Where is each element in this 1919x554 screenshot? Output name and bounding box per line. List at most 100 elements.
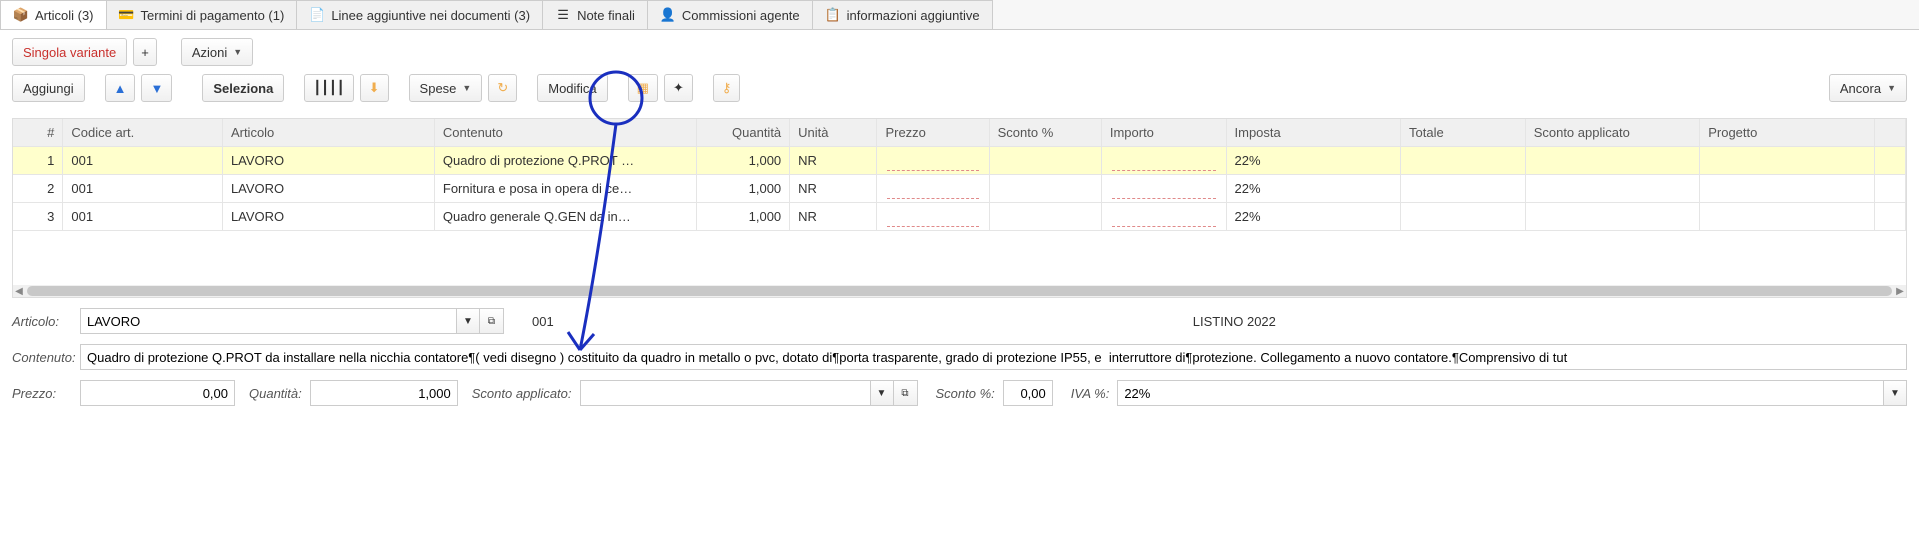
cell-end xyxy=(1874,147,1905,175)
prezzo-input[interactable] xyxy=(80,380,235,406)
col-sconto[interactable]: Sconto % xyxy=(989,119,1101,147)
iva-label: IVA %: xyxy=(1071,386,1110,401)
contenuto-label: Contenuto: xyxy=(12,350,80,365)
articolo-label: Articolo: xyxy=(12,314,80,329)
col-prezzo[interactable]: Prezzo xyxy=(877,119,989,147)
dropdown-button[interactable]: ▼ xyxy=(870,380,894,406)
doc-icon: 📄 xyxy=(309,7,325,23)
cell-unit: NR xyxy=(790,147,877,175)
cell-proj xyxy=(1700,203,1875,231)
articolo-input[interactable] xyxy=(80,308,456,334)
import-button[interactable]: ⬇ xyxy=(360,74,389,102)
sconto-pct-input[interactable] xyxy=(1003,380,1053,406)
detail-form: Articolo: ▼ ⧉ 001 LISTINO 2022 Contenuto… xyxy=(0,298,1919,416)
arrow-down-icon: ▼ xyxy=(150,81,163,96)
card-icon: 💳 xyxy=(119,7,135,23)
tab-label: Commissioni agente xyxy=(682,8,800,23)
quantita-input[interactable] xyxy=(310,380,458,406)
col-contenuto[interactable]: Contenuto xyxy=(434,119,696,147)
tab-informazioni-aggiuntive[interactable]: 📋 informazioni aggiuntive xyxy=(812,0,993,29)
toolbar-area: Singola variante + Azioni▼ Aggiungi ▲ ▼ … xyxy=(0,30,1919,118)
sconto-applicato-input[interactable] xyxy=(580,380,870,406)
ancora-button[interactable]: Ancora▼ xyxy=(1829,74,1907,102)
cell-disc xyxy=(989,147,1101,175)
tab-articoli[interactable]: 📦 Articoli (3) xyxy=(0,0,107,29)
person-icon: 👤 xyxy=(660,7,676,23)
cell-cont: Quadro di protezione Q.PROT … xyxy=(434,147,696,175)
download-icon: ⬇ xyxy=(369,80,380,96)
iva-input[interactable] xyxy=(1117,380,1883,406)
scrollbar-thumb[interactable] xyxy=(27,286,1892,296)
iva-group: ▼ xyxy=(1117,380,1907,406)
cell-idx: 1 xyxy=(13,147,63,175)
puzzle-button[interactable]: ✦ xyxy=(664,74,693,102)
dropdown-button[interactable]: ▼ xyxy=(456,308,480,334)
box-icon: 📦 xyxy=(13,7,29,23)
col-progetto[interactable]: Progetto xyxy=(1700,119,1875,147)
info-icon: 📋 xyxy=(825,7,841,23)
card-action-button[interactable]: ▦ xyxy=(628,74,658,102)
scroll-right-icon[interactable]: ▶ xyxy=(1894,286,1906,297)
spese-button[interactable]: Spese▼ xyxy=(409,74,483,102)
cell-amt xyxy=(1101,203,1226,231)
move-up-button[interactable]: ▲ xyxy=(105,74,136,102)
sconto-applicato-label: Sconto applicato: xyxy=(472,386,572,401)
cell-disc xyxy=(989,203,1101,231)
tab-commissioni-agente[interactable]: 👤 Commissioni agente xyxy=(647,0,813,29)
toolbar-row-2: Aggiungi ▲ ▼ Seleziona ┃┃┃┃ ⬇ Spese▼ ↻ M… xyxy=(12,74,1907,102)
toolbar-row-1: Singola variante + Azioni▼ xyxy=(12,38,1907,66)
cell-discapp xyxy=(1525,203,1700,231)
cell-code: 001 xyxy=(63,147,223,175)
modifica-button[interactable]: Modifica xyxy=(537,74,607,102)
cell-idx: 3 xyxy=(13,203,63,231)
tab-note-finali[interactable]: ☰ Note finali xyxy=(542,0,648,29)
singola-variante-button[interactable]: Singola variante xyxy=(12,38,127,66)
contenuto-input[interactable] xyxy=(80,344,1907,370)
arrow-up-icon: ▲ xyxy=(114,81,127,96)
table-row[interactable]: 2 001 LAVORO Fornitura e posa in opera d… xyxy=(13,175,1906,203)
add-variant-button[interactable]: + xyxy=(133,38,157,66)
azioni-button[interactable]: Azioni▼ xyxy=(181,38,253,66)
refresh-icon: ↻ xyxy=(497,80,508,96)
col-importo[interactable]: Importo xyxy=(1101,119,1226,147)
col-imposta[interactable]: Imposta xyxy=(1226,119,1401,147)
puzzle-icon: ✦ xyxy=(673,80,684,96)
tab-termini-pagamento[interactable]: 💳 Termini di pagamento (1) xyxy=(106,0,298,29)
cell-qty: 1,000 xyxy=(696,147,790,175)
sconto-applicato-group: ▼ ⧉ xyxy=(580,380,918,406)
table-row[interactable]: 3 001 LAVORO Quadro generale Q.GEN da in… xyxy=(13,203,1906,231)
cell-tax: 22% xyxy=(1226,175,1401,203)
open-button[interactable]: ⧉ xyxy=(894,380,918,406)
seleziona-button[interactable]: Seleziona xyxy=(202,74,284,102)
articles-table-wrap: # Codice art. Articolo Contenuto Quantit… xyxy=(12,118,1907,298)
col-codice[interactable]: Codice art. xyxy=(63,119,223,147)
col-totale[interactable]: Totale xyxy=(1401,119,1526,147)
col-quantita[interactable]: Quantità xyxy=(696,119,790,147)
key-button[interactable]: ⚷ xyxy=(713,74,741,102)
table-row[interactable]: 1 001 LAVORO Quadro di protezione Q.PROT… xyxy=(13,147,1906,175)
tab-label: Note finali xyxy=(577,8,635,23)
tab-label: Linee aggiuntive nei documenti (3) xyxy=(331,8,530,23)
col-articolo[interactable]: Articolo xyxy=(222,119,434,147)
articolo-field-group: ▼ ⧉ xyxy=(80,308,504,334)
tab-label: Termini di pagamento (1) xyxy=(141,8,285,23)
cell-code: 001 xyxy=(63,203,223,231)
barcode-button[interactable]: ┃┃┃┃ xyxy=(304,74,353,102)
barcode-icon: ┃┃┃┃ xyxy=(313,80,344,96)
col-index[interactable]: # xyxy=(13,119,63,147)
tab-linee-aggiuntive[interactable]: 📄 Linee aggiuntive nei documenti (3) xyxy=(296,0,543,29)
col-unita[interactable]: Unità xyxy=(790,119,877,147)
open-button[interactable]: ⧉ xyxy=(480,308,504,334)
aggiungi-button[interactable]: Aggiungi xyxy=(12,74,85,102)
dropdown-button[interactable]: ▼ xyxy=(1883,380,1907,406)
cell-art: LAVORO xyxy=(222,175,434,203)
cell-tot xyxy=(1401,175,1526,203)
tab-label: informazioni aggiuntive xyxy=(847,8,980,23)
scroll-left-icon[interactable]: ◀ xyxy=(13,286,25,297)
col-sconto-applicato[interactable]: Sconto applicato xyxy=(1525,119,1700,147)
cell-cont: Quadro generale Q.GEN da in… xyxy=(434,203,696,231)
refresh-button[interactable]: ↻ xyxy=(488,74,517,102)
horizontal-scrollbar[interactable]: ◀ ▶ xyxy=(13,285,1906,297)
cell-unit: NR xyxy=(790,175,877,203)
move-down-button[interactable]: ▼ xyxy=(141,74,172,102)
